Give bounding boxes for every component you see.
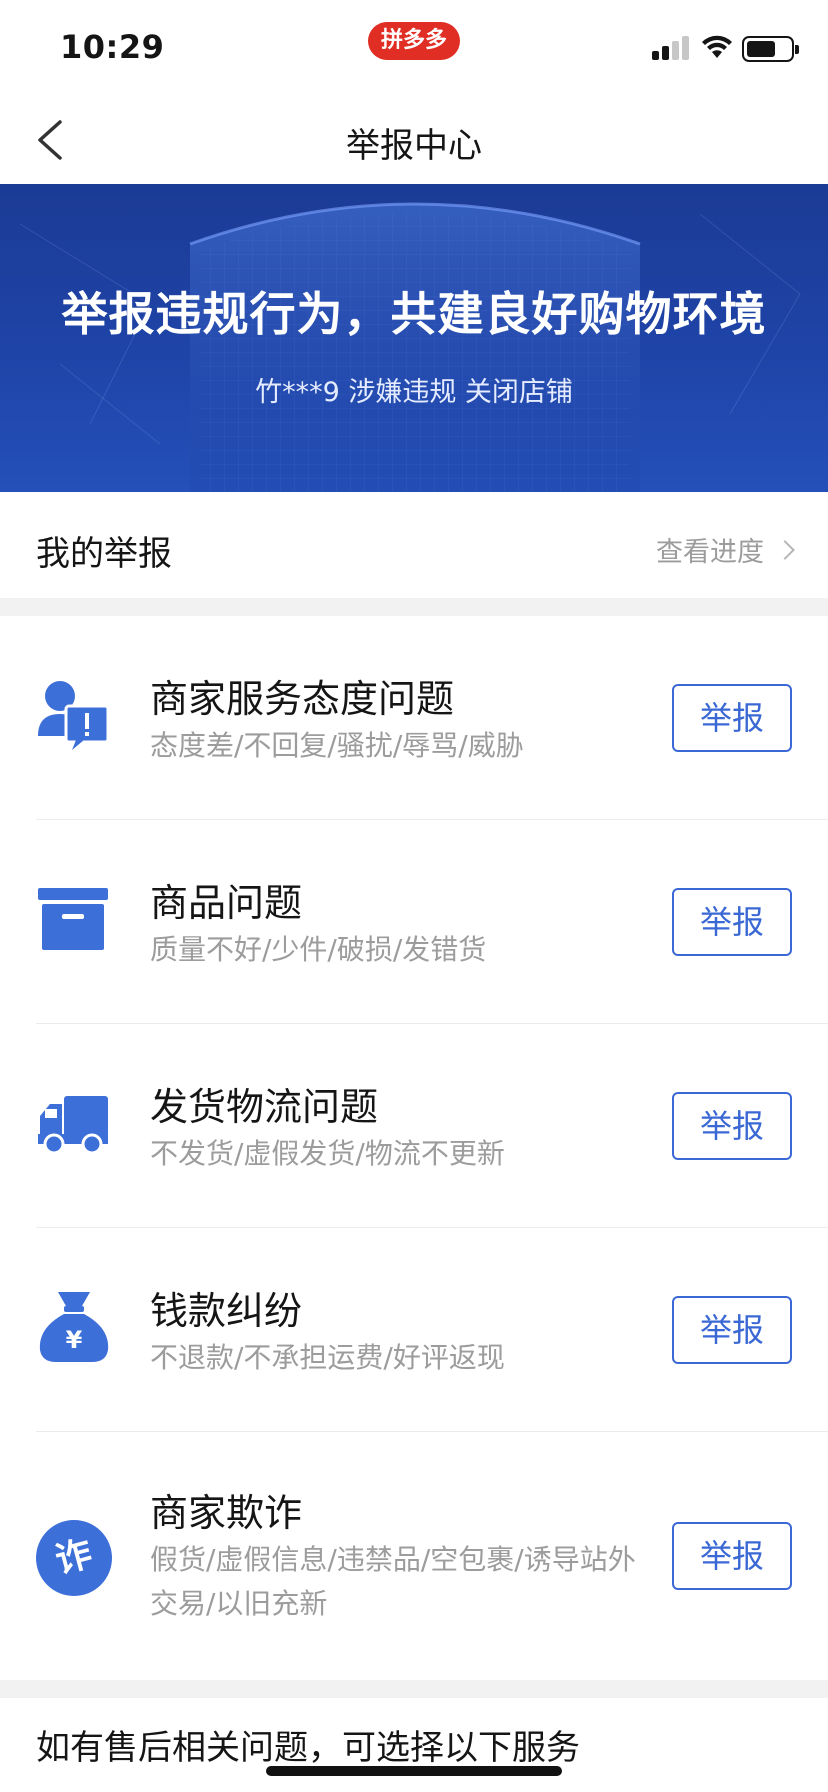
category-title: 发货物流问题	[150, 1085, 379, 1129]
banner-title: 举报违规行为，共建良好购物环境	[61, 287, 767, 341]
after-sales-section: 如有售后相关问题，可选择以下服务	[0, 1698, 828, 1792]
banner: 举报违规行为，共建良好购物环境 竹***9 涉嫌违规 关闭店铺	[0, 184, 828, 492]
cellular-signal-icon	[652, 36, 692, 60]
status-time: 10:29	[60, 28, 165, 66]
app-badge: 拼多多	[368, 22, 460, 60]
fraud-icon-glyph: 诈	[51, 1533, 97, 1582]
report-button[interactable]: 举报	[672, 888, 792, 956]
battery-icon	[742, 36, 799, 62]
page-title: 举报中心	[346, 126, 482, 166]
category-description: 不退款/不承担运费/好评返现	[150, 1341, 505, 1374]
report-button[interactable]: 举报	[672, 684, 792, 752]
nav-bar: 举报中心	[0, 92, 828, 184]
category-description: 质量不好/少件/破损/发错货	[150, 933, 487, 966]
category-title: 钱款纠纷	[150, 1289, 303, 1333]
fraud-icon: 诈	[36, 1520, 112, 1596]
category-description: 不发货/虚假发货/物流不更新	[150, 1137, 505, 1170]
my-reports-label: 我的举报	[36, 534, 172, 574]
report-category-money: ¥ 钱款纠纷 不退款/不承担运费/好评返现 举报	[0, 1228, 828, 1432]
report-category-delivery: 发货物流问题 不发货/虚假发货/物流不更新 举报	[0, 1024, 828, 1228]
wifi-icon	[702, 35, 732, 58]
section-divider	[0, 1680, 828, 1698]
home-indicator[interactable]	[266, 1766, 562, 1776]
my-reports-row[interactable]: 我的举报 查看进度	[0, 492, 828, 598]
category-title: 商家服务态度问题	[150, 677, 455, 721]
category-description: 假货/虚假信息/违禁品/空包裹/诱导站外交易/以旧充新	[150, 1543, 636, 1620]
view-progress-label: 查看进度	[656, 537, 764, 568]
report-category-product: 商品问题 质量不好/少件/破损/发错货 举报	[0, 820, 828, 1024]
report-category-merchant-service: 商家服务态度问题 态度差/不回复/骚扰/辱骂/威胁 举报	[0, 616, 828, 820]
category-description: 态度差/不回复/骚扰/辱骂/威胁	[150, 729, 524, 762]
product-box-icon	[38, 888, 108, 950]
view-progress-link[interactable]: 查看进度	[656, 530, 795, 569]
delivery-truck-icon	[38, 1096, 108, 1155]
report-button[interactable]: 举报	[672, 1092, 792, 1160]
status-bar: 10:29 拼多多	[0, 0, 828, 92]
money-bag-icon: ¥	[39, 1292, 109, 1362]
section-divider	[0, 598, 828, 616]
report-category-fraud: 诈 商家欺诈 假货/虚假信息/违禁品/空包裹/诱导站外交易/以旧充新 举报	[0, 1432, 828, 1680]
merchant-service-icon	[38, 681, 110, 750]
category-title: 商品问题	[150, 881, 303, 925]
svg-text:¥: ¥	[66, 1326, 83, 1354]
after-sales-text: 如有售后相关问题，可选择以下服务	[36, 1728, 580, 1768]
report-button[interactable]: 举报	[672, 1296, 792, 1364]
category-title: 商家欺诈	[150, 1491, 303, 1535]
chevron-right-icon	[775, 539, 795, 560]
report-button[interactable]: 举报	[672, 1522, 792, 1590]
banner-subtitle: 竹***9 涉嫌违规 关闭店铺	[255, 377, 573, 408]
